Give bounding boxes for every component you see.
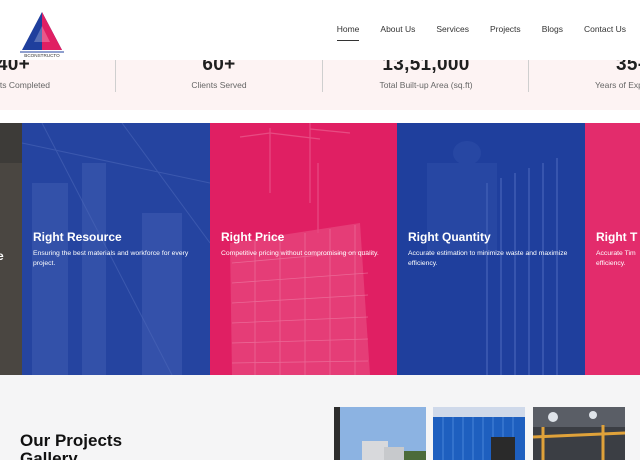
- values-carousel: e Right Resource Ensuring the best mater…: [0, 123, 640, 375]
- gallery-image: [334, 407, 426, 460]
- gallery-image: [433, 407, 525, 460]
- nav-blogs[interactable]: Blogs: [542, 24, 563, 41]
- gallery-image: [533, 407, 625, 460]
- card-title: Right Resource: [33, 230, 122, 244]
- card-title: e: [0, 249, 4, 263]
- value-card-partial-left[interactable]: e: [0, 123, 22, 375]
- gallery-thumbnail[interactable]: [433, 407, 525, 460]
- nav-contact-us[interactable]: Contact Us: [584, 24, 626, 41]
- card-description: Competitive pricing without compromising…: [221, 250, 379, 257]
- nav-services[interactable]: Services: [436, 24, 469, 41]
- projects-gallery-section: Our Projects Gallery: [0, 375, 640, 460]
- card-description: Ensuring the best materials and workforc…: [33, 250, 189, 267]
- value-card-right-quantity[interactable]: Right Quantity Accurate estimation to mi…: [397, 123, 585, 375]
- card-description: Accurate Tim efficiency.: [596, 250, 636, 267]
- gallery-heading-line1: Our Projects: [20, 431, 123, 450]
- card-description: Accurate estimation to minimize waste an…: [408, 250, 568, 267]
- gallery-thumbnail[interactable]: [334, 407, 426, 460]
- stat-divider: [115, 58, 116, 92]
- value-card-right-price[interactable]: Right Price Competitive pricing without …: [210, 123, 397, 375]
- card-title: Right Quantity: [408, 230, 491, 244]
- main-nav: Home About Us Services Projects Blogs Co…: [316, 24, 626, 41]
- stat-label: Clients Served: [191, 80, 247, 90]
- nav-projects[interactable]: Projects: [490, 24, 521, 41]
- site-header: BCONSTRUCTO Home About Us Services Proje…: [0, 0, 640, 60]
- nav-home[interactable]: Home: [336, 24, 360, 41]
- brand-logo[interactable]: BCONSTRUCTO: [20, 8, 64, 58]
- stat-label: Years of Exp: [595, 80, 640, 90]
- nav-about-us[interactable]: About Us: [380, 24, 415, 41]
- gallery-heading-line2: Gallery: [20, 449, 78, 460]
- value-card-partial-right[interactable]: Right T Accurate Tim efficiency.: [585, 123, 640, 375]
- card-title: Right T: [596, 230, 638, 244]
- logo-text: BCONSTRUCTO: [24, 53, 60, 58]
- card-title: Right Price: [221, 230, 285, 244]
- gallery-thumbnail[interactable]: [533, 407, 625, 460]
- stat-label: Total Built-up Area (sq.ft): [379, 80, 473, 90]
- stat-divider: [528, 58, 529, 92]
- gallery-heading: Our Projects Gallery: [20, 432, 122, 460]
- stat-label: ts Completed: [0, 80, 50, 90]
- value-card-right-resource[interactable]: Right Resource Ensuring the best materia…: [22, 123, 210, 375]
- stat-divider: [322, 58, 323, 92]
